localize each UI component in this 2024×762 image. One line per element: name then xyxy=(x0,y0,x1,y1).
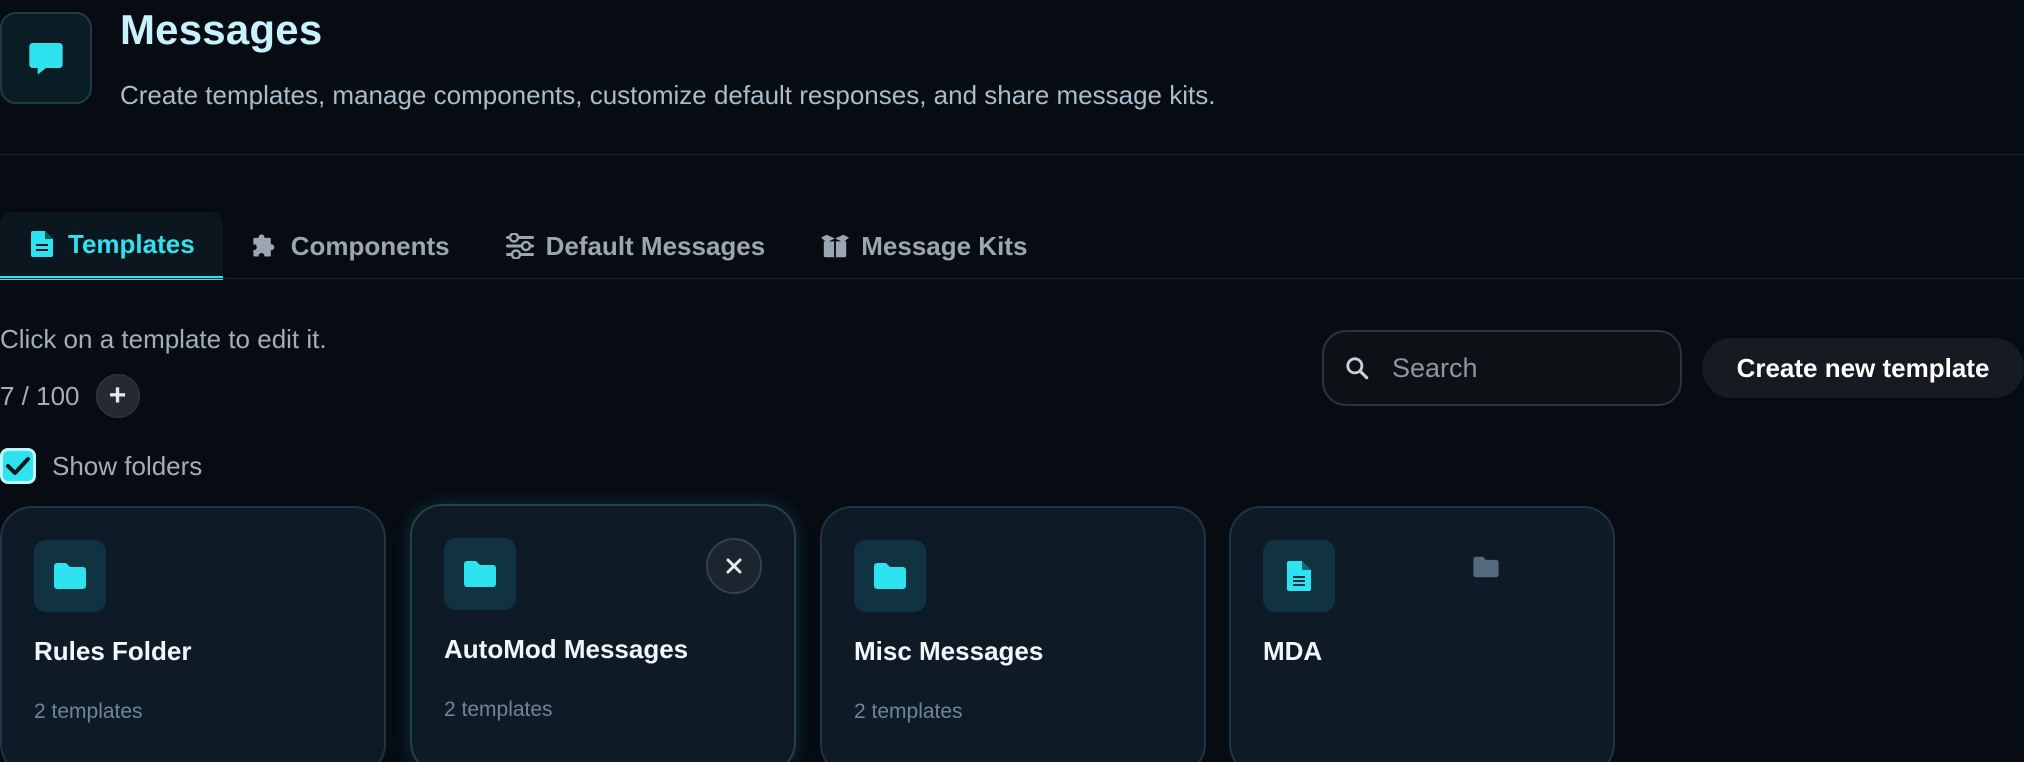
edit-hint: Click on a template to edit it. xyxy=(0,324,327,354)
add-template-button[interactable]: + xyxy=(95,374,140,418)
card-subtitle: 2 templates xyxy=(444,698,553,721)
folder-icon xyxy=(1473,556,1499,578)
search-box xyxy=(1322,330,1682,406)
folder-icon xyxy=(874,563,906,589)
search-icon xyxy=(1346,357,1369,380)
close-icon xyxy=(726,558,742,574)
document-icon-box xyxy=(1263,540,1335,612)
checkmark-icon xyxy=(6,457,30,475)
tab-components-label: Components xyxy=(290,230,450,261)
folder-card-misc[interactable]: Misc Messages 2 templates xyxy=(820,506,1206,762)
tab-templates-label: Templates xyxy=(68,228,195,259)
messages-header-icon xyxy=(0,12,92,104)
tab-message-kits[interactable]: Message Kits xyxy=(793,212,1055,280)
tab-default-messages[interactable]: Default Messages xyxy=(478,212,794,280)
folder-icon xyxy=(464,561,496,587)
tab-message-kits-label: Message Kits xyxy=(861,230,1028,261)
chat-bubble-icon xyxy=(29,43,63,75)
card-title: AutoMod Messages xyxy=(444,634,689,664)
show-folders-row: Show folders xyxy=(0,448,202,484)
tab-bar: Templates Components Default Messages Me… xyxy=(0,212,1055,280)
file-icon xyxy=(28,230,56,258)
tab-components[interactable]: Components xyxy=(223,212,478,280)
delete-folder-button[interactable] xyxy=(706,538,762,594)
card-title: Misc Messages xyxy=(854,636,1044,666)
page-subtitle: Create templates, manage components, cus… xyxy=(120,80,1216,110)
move-to-folder-button[interactable] xyxy=(1473,556,1499,583)
messages-page: Messages Create templates, manage compon… xyxy=(0,0,2024,762)
folder-icon-box xyxy=(34,540,106,612)
box-icon xyxy=(821,232,850,260)
puzzle-icon xyxy=(251,232,279,260)
show-folders-label: Show folders xyxy=(52,450,203,481)
document-icon xyxy=(1287,561,1311,591)
tabs-divider xyxy=(0,278,2024,279)
card-subtitle: 2 templates xyxy=(34,700,143,723)
card-title: MDA xyxy=(1263,636,1323,666)
folder-icon-box xyxy=(444,538,516,610)
create-new-template-button[interactable]: Create new template xyxy=(1702,338,2024,398)
template-count: 7 / 100 xyxy=(0,380,80,411)
tab-default-messages-label: Default Messages xyxy=(545,230,766,261)
tab-templates[interactable]: Templates xyxy=(0,212,223,280)
header-divider xyxy=(0,154,2024,155)
template-count-row: 7 / 100 + xyxy=(0,374,140,418)
template-card-mda[interactable]: MDA xyxy=(1229,506,1615,762)
page-title: Messages xyxy=(120,6,323,53)
folder-card-rules[interactable]: Rules Folder 2 templates xyxy=(0,506,386,762)
card-title: Rules Folder xyxy=(34,636,192,666)
show-folders-checkbox[interactable] xyxy=(0,448,36,484)
folder-icon xyxy=(54,563,86,589)
folder-icon-box xyxy=(854,540,926,612)
sliders-icon xyxy=(505,232,534,260)
folder-card-automod[interactable]: AutoMod Messages 2 templates xyxy=(410,504,796,762)
card-subtitle: 2 templates xyxy=(854,700,963,723)
search-input[interactable] xyxy=(1392,352,1622,384)
